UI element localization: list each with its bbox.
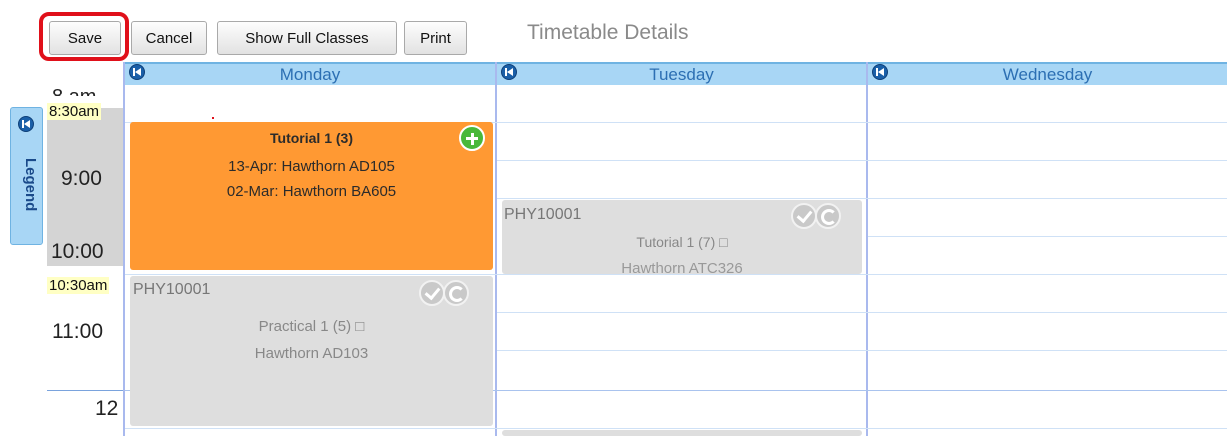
print-button[interactable]: Print	[404, 21, 467, 55]
time-label-10: 10:00	[51, 240, 104, 263]
event-location-line: 13-Apr: Hawthorn AD105	[228, 158, 395, 175]
event-location-line: 02-Mar: Hawthorn BA605	[226, 183, 397, 200]
check-icon[interactable]	[419, 280, 445, 306]
check-icon[interactable]	[791, 203, 817, 229]
show-full-classes-button[interactable]: Show Full Classes	[217, 21, 397, 55]
legend-label: Legend	[22, 158, 39, 212]
event-code: PHY10001	[133, 281, 211, 298]
event-monday-practical[interactable]: PHY10001 Practical 1 (5) □ Hawthorn AD10…	[130, 276, 493, 426]
time-label-8am: 8 am	[52, 82, 96, 96]
event-tuesday-tutorial[interactable]: PHY10001 Tutorial 1 (7) □ Hawthorn ATC32…	[502, 200, 862, 274]
time-label-12: 12	[95, 397, 119, 420]
cancel-button[interactable]: Cancel	[131, 21, 207, 55]
save-button[interactable]: Save	[49, 21, 121, 55]
time-marker-830: 8:30am	[47, 103, 102, 120]
legend-tab[interactable]: Legend	[10, 107, 43, 245]
time-label-9: 9:00	[61, 167, 102, 190]
day-header-tuesday: Tuesday	[497, 62, 866, 85]
event-title: Tutorial 1 (3)	[270, 130, 353, 146]
time-marker-1030: 10:30am	[47, 277, 110, 294]
event-monday-tutorial[interactable]: Tutorial 1 (3) 13-Apr: Hawthorn AD105 02…	[130, 122, 493, 270]
event-title: Practical 1 (5) □	[258, 318, 365, 335]
event-location-line: Hawthorn AD103	[254, 345, 369, 362]
day-header-monday: Monday	[125, 62, 495, 85]
event-tuesday-next[interactable]	[502, 430, 862, 436]
time-label-11: 11:00	[52, 320, 103, 343]
swap-icon[interactable]	[815, 203, 841, 229]
nav-arrow-icon[interactable]	[129, 64, 145, 80]
page-title: Timetable Details	[527, 21, 689, 44]
day-header-wednesday: Wednesday	[868, 62, 1227, 85]
event-location-line: Hawthorn ATC326	[621, 260, 743, 274]
nav-arrow-icon[interactable]	[872, 64, 888, 80]
plus-icon[interactable]	[459, 125, 485, 151]
event-title: Tutorial 1 (7) □	[636, 234, 728, 250]
swap-icon[interactable]	[443, 280, 469, 306]
nav-arrow-icon[interactable]	[18, 116, 34, 132]
event-code: PHY10001	[504, 206, 582, 223]
nav-arrow-icon[interactable]	[501, 64, 517, 80]
